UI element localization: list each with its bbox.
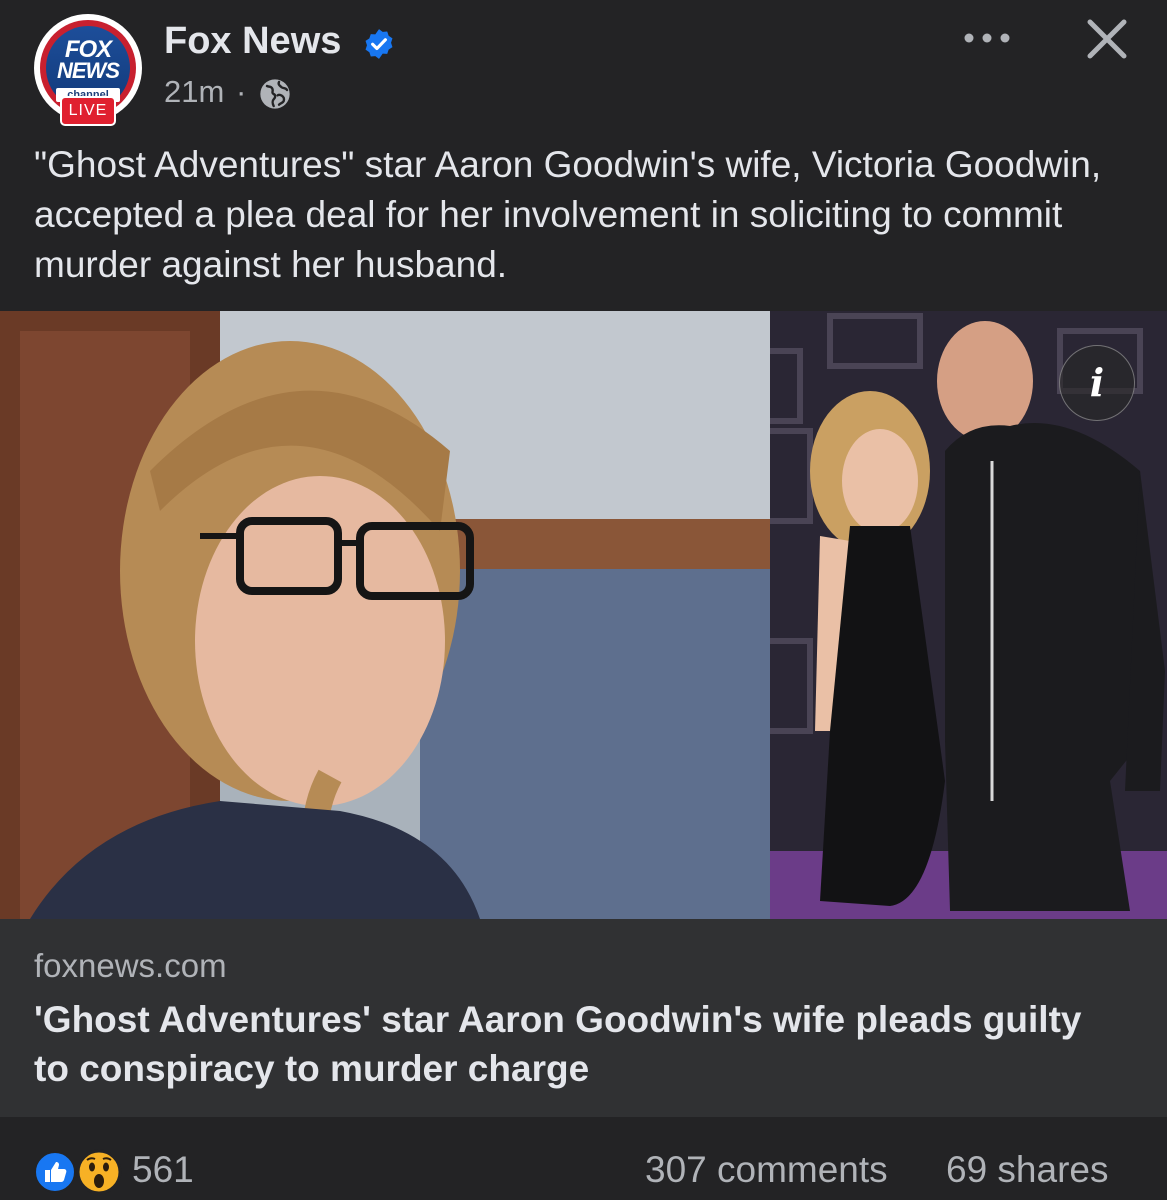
globe-icon <box>260 79 290 109</box>
page-name[interactable]: Fox News <box>164 20 341 63</box>
post-time[interactable]: 21m <box>164 74 224 110</box>
shares-count[interactable]: 69 shares <box>946 1149 1109 1191</box>
meta-separator: · <box>236 74 247 109</box>
close-icon[interactable] <box>1086 18 1128 60</box>
post-header: FOX NEWS channel LIVE Fox News 21m · <box>0 0 1167 135</box>
post-stats-bar: 561 307 comments 69 shares <box>0 1117 1167 1200</box>
link-domain: foxnews.com <box>34 947 227 984</box>
reaction-count[interactable]: 561 <box>132 1149 194 1191</box>
post-caption: "Ghost Adventures" star Aaron Goodwin's … <box>34 144 1102 285</box>
wow-reaction-icon <box>76 1149 122 1195</box>
live-badge: LIVE <box>60 96 116 126</box>
link-preview[interactable]: foxnews.com 'Ghost Adventures' star Aaro… <box>0 919 1167 1117</box>
info-icon[interactable]: i <box>1059 345 1135 421</box>
link-title[interactable]: 'Ghost Adventures' star Aaron Goodwin's … <box>34 995 1124 1093</box>
info-glyph: i <box>1089 360 1105 405</box>
more-options-icon[interactable] <box>962 26 1012 50</box>
logo-news-text: NEWS <box>57 58 120 83</box>
post-photos[interactable] <box>0 311 1167 919</box>
comments-count[interactable]: 307 comments <box>645 1149 888 1191</box>
verified-badge-icon <box>365 29 393 59</box>
courtroom-photo[interactable] <box>0 311 770 919</box>
like-reaction-icon <box>34 1151 76 1193</box>
